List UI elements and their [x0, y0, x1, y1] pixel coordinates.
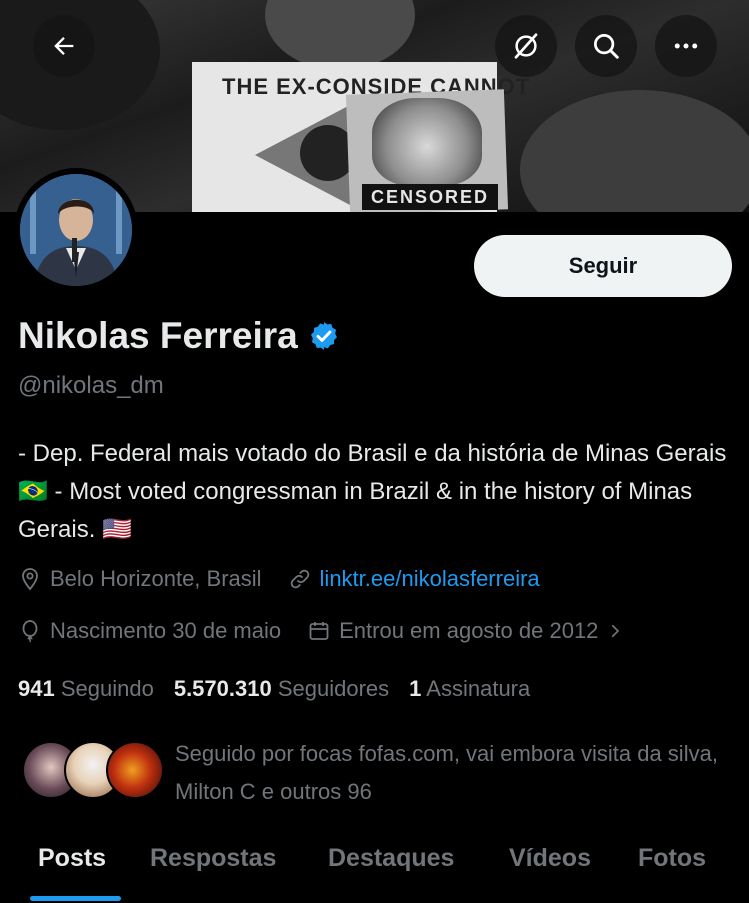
profile-meta-row-1: Belo Horizonte, Brasil linktr.ee/nikolas…	[18, 566, 566, 592]
followers-count: 5.570.310	[173, 676, 272, 701]
location-item: Belo Horizonte, Brasil	[18, 566, 262, 592]
joined-item[interactable]: Entrou em agosto de 2012	[307, 618, 624, 644]
following-label: Seguindo	[60, 676, 154, 701]
joined-text: Entrou em agosto de 2012	[339, 618, 599, 643]
more-icon	[671, 31, 701, 61]
more-button[interactable]	[655, 15, 717, 77]
following-stat[interactable]: 941 Seguindo	[18, 676, 154, 702]
followers-stat[interactable]: 5.570.310 Seguidores	[174, 676, 389, 702]
birthday-item: Nascimento 30 de maio	[18, 618, 281, 644]
active-tab-indicator	[30, 896, 121, 901]
following-count: 941	[18, 676, 55, 701]
subscriptions-count: 1	[409, 676, 422, 701]
website-link[interactable]: linktr.ee/nikolasferreira	[320, 566, 540, 592]
profile-handle: @nikolas_dm	[18, 372, 164, 399]
link-icon	[288, 567, 312, 591]
subscriptions-stat[interactable]: 1 Assinatura	[409, 676, 530, 702]
profile-tabs: Posts Respostas Destaques Vídeos Fotos	[0, 838, 749, 903]
banner-photo-face	[372, 98, 482, 186]
known-followers-text[interactable]: Seguido por focas fofas.com, vai embora …	[175, 735, 735, 811]
verified-badge-icon[interactable]	[308, 320, 340, 352]
follow-button[interactable]: Seguir	[474, 235, 732, 297]
tab-posts[interactable]: Posts	[38, 844, 106, 873]
website-item[interactable]: linktr.ee/nikolasferreira	[288, 566, 540, 592]
tab-destaques[interactable]: Destaques	[328, 844, 454, 873]
back-arrow-icon	[50, 32, 78, 60]
avatar-image	[20, 174, 132, 286]
location-pin-icon	[18, 567, 42, 591]
calendar-icon	[307, 619, 331, 643]
back-button[interactable]	[33, 15, 95, 77]
search-button[interactable]	[575, 15, 637, 77]
followers-label: Seguidores	[277, 676, 390, 701]
profile-stats: 941 Seguindo 5.570.310 Seguidores 1 Assi…	[18, 676, 530, 702]
profile-bio: - Dep. Federal mais votado do Brasil e d…	[18, 440, 727, 543]
tab-fotos[interactable]: Fotos	[638, 844, 706, 873]
search-icon	[591, 31, 621, 61]
balloon-icon	[18, 619, 42, 643]
profile-avatar[interactable]	[14, 168, 138, 292]
tab-videos[interactable]: Vídeos	[509, 844, 591, 873]
profile-name: Nikolas Ferreira	[18, 315, 298, 356]
profile-meta-row-2: Nascimento 30 de maio Entrou em agosto d…	[18, 618, 650, 644]
tab-respostas[interactable]: Respostas	[150, 844, 276, 873]
chevron-right-icon	[606, 622, 624, 640]
grok-button[interactable]	[495, 15, 557, 77]
known-followers-avatars	[22, 737, 164, 801]
birthday-text: Nascimento 30 de maio	[50, 618, 282, 643]
location-text: Belo Horizonte, Brasil	[50, 566, 262, 591]
subscriptions-label: Assinatura	[426, 676, 531, 701]
banner-censored-label: CENSORED	[362, 184, 498, 210]
profile-name-row: Nikolas Ferreira	[18, 315, 340, 357]
grok-icon	[511, 31, 541, 61]
follower-avatar-3	[106, 741, 164, 799]
